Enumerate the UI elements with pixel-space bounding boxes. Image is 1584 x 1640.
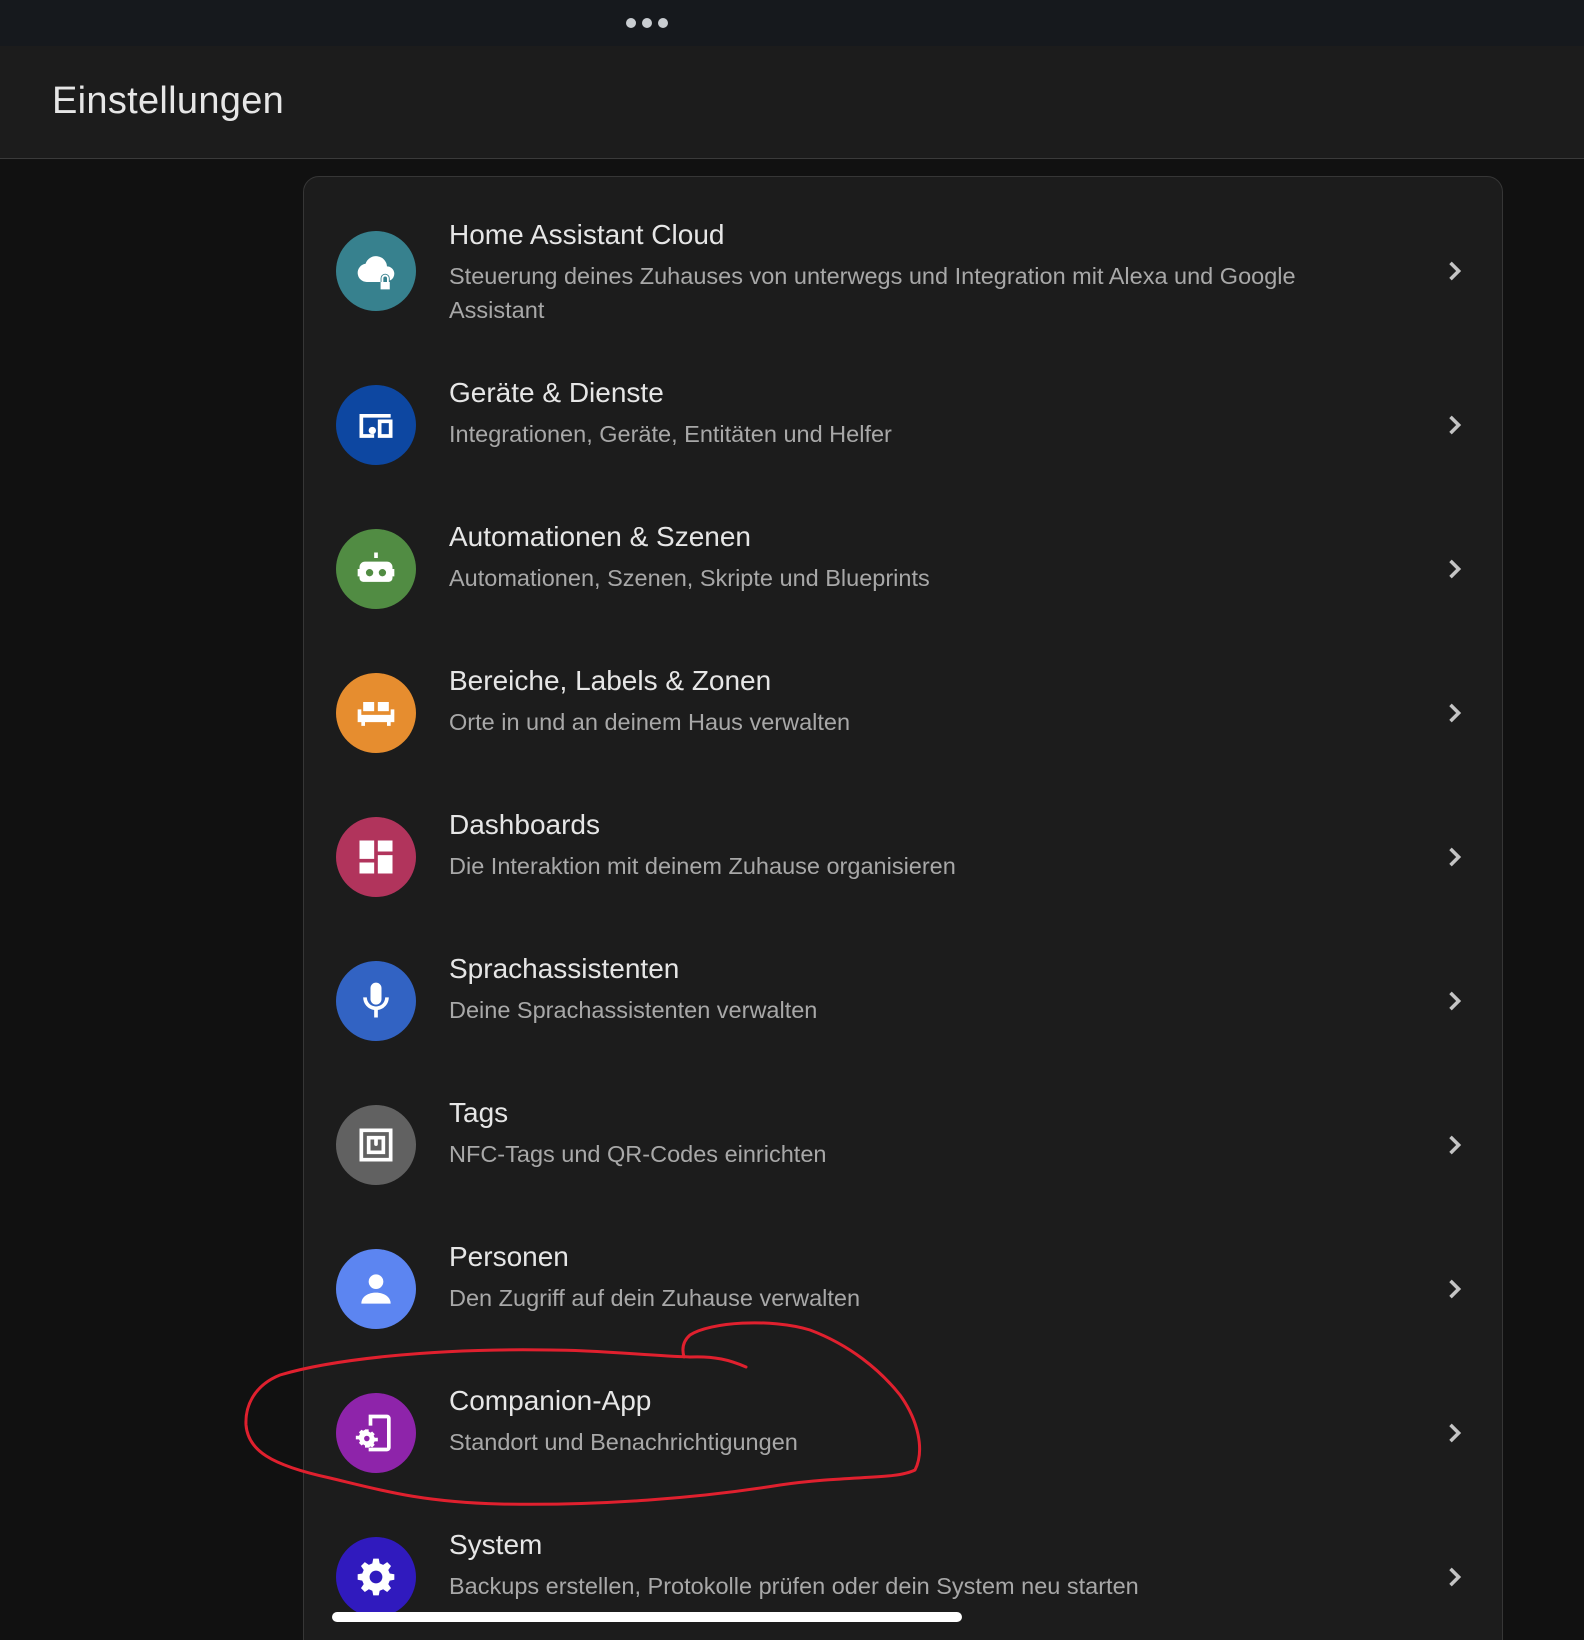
- item-title: Dashboards: [449, 809, 600, 840]
- settings-item-dashboards[interactable]: Dashboards Die Interaktion mit deinem Zu…: [304, 795, 1504, 939]
- item-subtitle: Integrationen, Geräte, Entitäten und Hel…: [449, 421, 892, 447]
- chevron-right-icon: [1440, 555, 1468, 583]
- settings-item-voice-assistants[interactable]: Sprachassistenten Deine Sprachassistente…: [304, 939, 1504, 1083]
- cellphone-cog-icon: [336, 1393, 416, 1473]
- cloud-lock-icon: [336, 231, 416, 311]
- item-subtitle: Orte in und an deinem Haus verwalten: [449, 709, 851, 735]
- settings-item-automations[interactable]: Automationen & Szenen Automationen, Szen…: [304, 507, 1504, 651]
- item-title: System: [449, 1529, 543, 1560]
- item-title: Personen: [449, 1241, 569, 1272]
- settings-item-companion-app[interactable]: Companion-App Standort und Benachrichtig…: [304, 1371, 1504, 1515]
- item-subtitle: Backups erstellen, Protokolle prüfen ode…: [449, 1573, 1139, 1599]
- chevron-right-icon: [1440, 843, 1468, 871]
- item-subtitle: Den Zugriff auf dein Zuhause verwalten: [449, 1285, 861, 1311]
- chevron-right-icon: [1440, 257, 1468, 285]
- item-title: Geräte & Dienste: [449, 377, 664, 408]
- item-title: Automationen & Szenen: [449, 521, 751, 552]
- item-title: Home Assistant Cloud: [449, 219, 725, 250]
- settings-item-cloud[interactable]: Home Assistant Cloud Steuerung deines Zu…: [304, 199, 1504, 359]
- robot-icon: [336, 529, 416, 609]
- item-subtitle: Deine Sprachassistenten verwalten: [449, 997, 818, 1023]
- item-subtitle: Standort und Benachrichtigungen: [449, 1429, 798, 1455]
- settings-item-persons[interactable]: Personen Den Zugriff auf dein Zuhause ve…: [304, 1227, 1504, 1371]
- more-dots-icon[interactable]: [626, 18, 668, 28]
- chevron-right-icon: [1440, 1419, 1468, 1447]
- microphone-icon: [336, 961, 416, 1041]
- home-indicator[interactable]: [332, 1612, 962, 1622]
- item-title: Companion-App: [449, 1385, 652, 1416]
- sofa-icon: [336, 673, 416, 753]
- item-subtitle: NFC-Tags und QR-Codes einrichten: [449, 1141, 827, 1167]
- chevron-right-icon: [1440, 699, 1468, 727]
- cog-icon: [336, 1537, 416, 1617]
- item-subtitle: Automationen, Szenen, Skripte und Bluepr…: [449, 565, 930, 591]
- account-icon: [336, 1249, 416, 1329]
- dashboard-icon: [336, 817, 416, 897]
- chevron-right-icon: [1440, 1563, 1468, 1591]
- item-subtitle: Die Interaktion mit deinem Zuhause organ…: [449, 853, 956, 879]
- page-title: Einstellungen: [52, 80, 285, 122]
- settings-item-areas[interactable]: Bereiche, Labels & Zonen Orte in und an …: [304, 651, 1504, 795]
- nfc-tag-icon: [336, 1105, 416, 1185]
- settings-card: Home Assistant Cloud Steuerung deines Zu…: [303, 176, 1503, 1640]
- chevron-right-icon: [1440, 987, 1468, 1015]
- item-title: Bereiche, Labels & Zonen: [449, 665, 772, 696]
- item-subtitle: Steuerung deines Zuhauses von unterwegs …: [449, 263, 1296, 323]
- settings-item-devices[interactable]: Geräte & Dienste Integrationen, Geräte, …: [304, 363, 1504, 507]
- chevron-right-icon: [1440, 411, 1468, 439]
- devices-icon: [336, 385, 416, 465]
- item-title: Tags: [449, 1097, 509, 1128]
- settings-item-tags[interactable]: Tags NFC-Tags und QR-Codes einrichten: [304, 1083, 1504, 1227]
- chevron-right-icon: [1440, 1131, 1468, 1159]
- app-header: Einstellungen: [0, 46, 1584, 159]
- chevron-right-icon: [1440, 1275, 1468, 1303]
- item-title: Sprachassistenten: [449, 953, 680, 984]
- status-bar: [0, 0, 1584, 46]
